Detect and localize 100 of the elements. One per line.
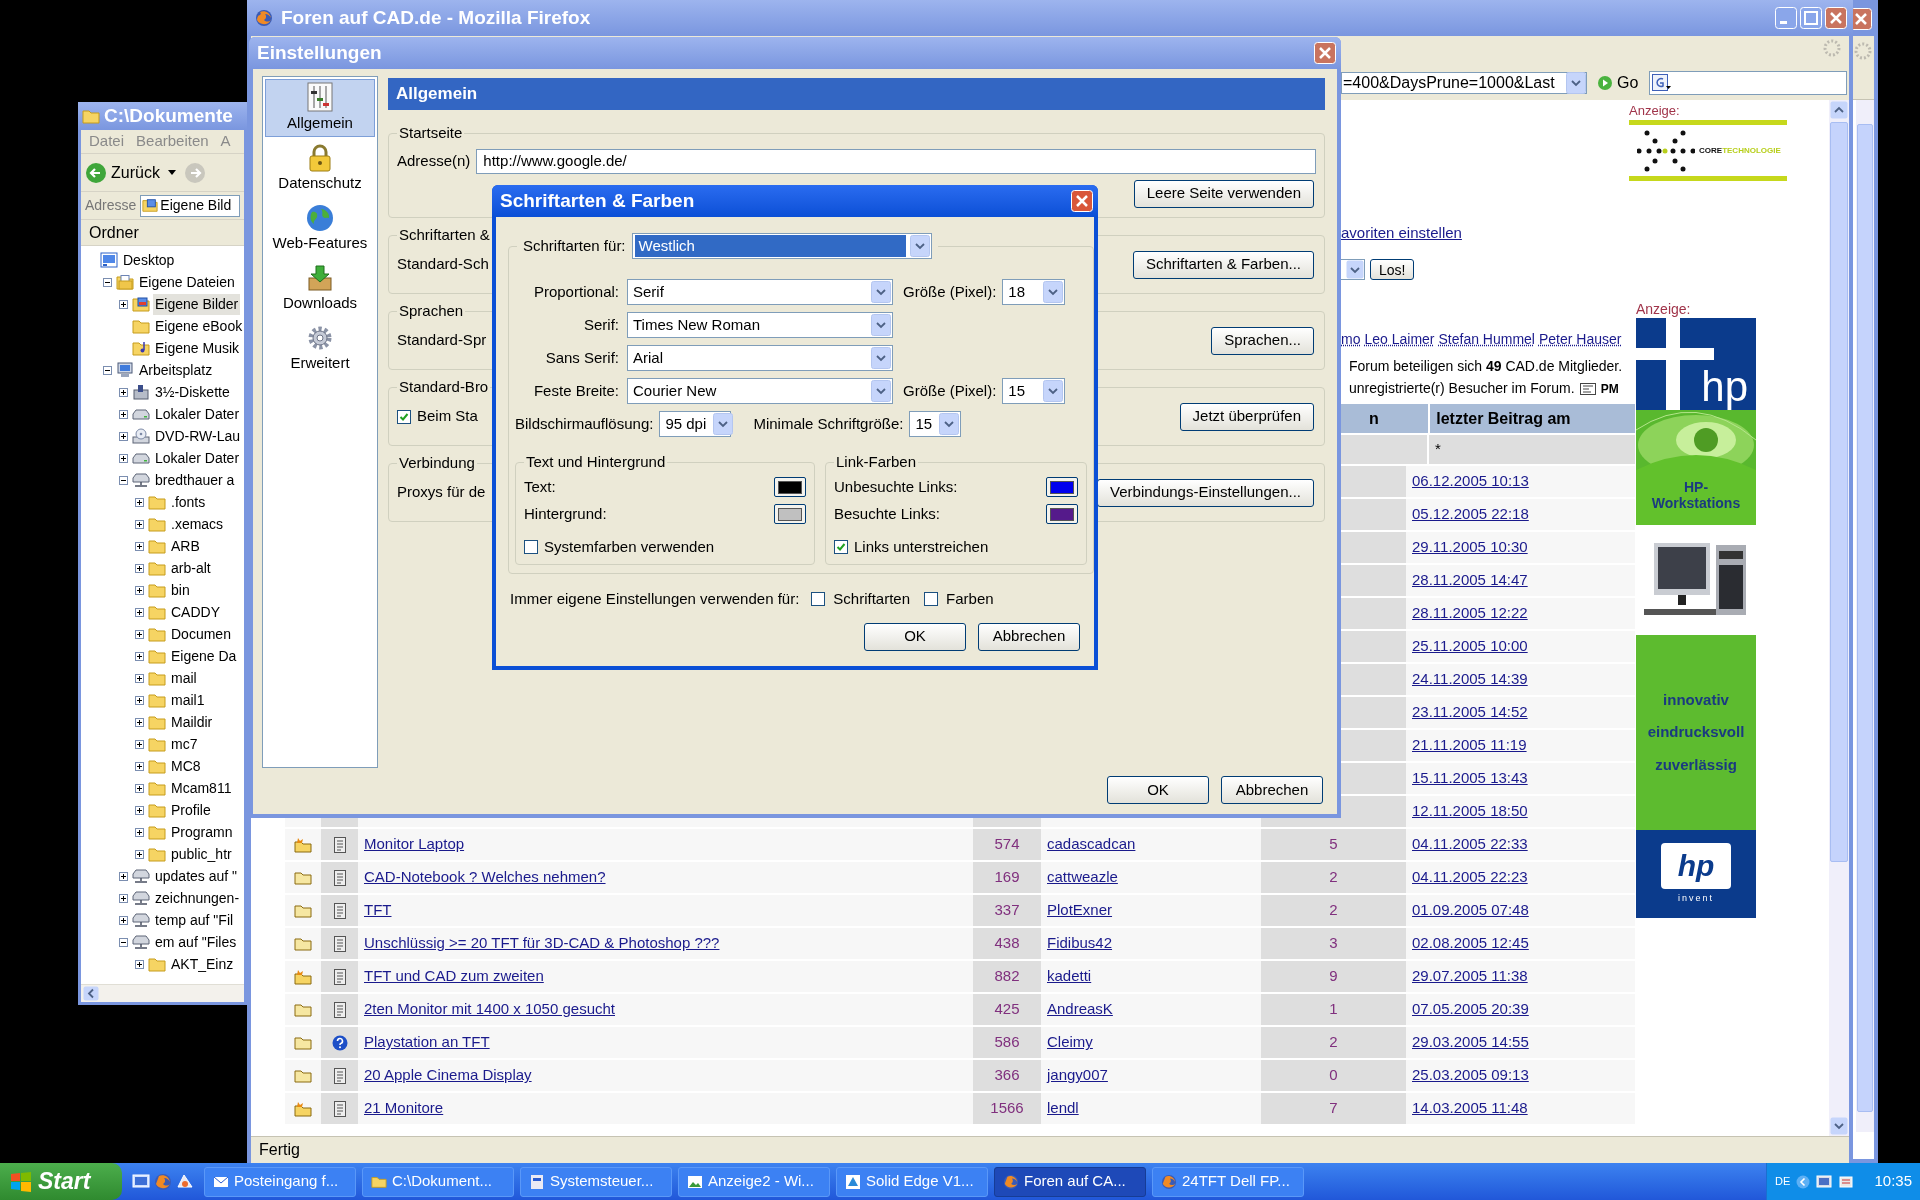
expand-icon[interactable] (134, 783, 144, 793)
checkbox[interactable] (834, 539, 848, 554)
dropdown[interactable]: 95 dpi (659, 411, 732, 437)
tree-item[interactable]: Mcam811 (169, 777, 234, 799)
dropdown[interactable]: 15 (1002, 378, 1066, 404)
expand-icon[interactable] (118, 409, 128, 419)
link[interactable]: Unschlüssig >= 20 TFT für 3D-CAD & Photoshop ??? (364, 932, 720, 955)
category-item[interactable]: Downloads (265, 259, 375, 317)
expand-tray-icon[interactable] (1796, 1174, 1811, 1189)
expand-icon[interactable] (134, 827, 144, 837)
link[interactable]: Playstation an TFT (364, 1031, 490, 1054)
link[interactable]: CAD-Notebook ? Welches nehmen? (364, 866, 606, 889)
category-item[interactable]: Allgemein (265, 79, 375, 137)
link[interactable]: Stefan Hummel (1438, 329, 1535, 350)
tree-item[interactable]: ARB (169, 535, 202, 557)
expand-icon[interactable] (134, 607, 144, 617)
tree-item[interactable]: mail1 (169, 689, 207, 711)
button[interactable]: Leere Seite verwenden (1133, 179, 1314, 208)
tree-item[interactable]: bin (169, 579, 192, 601)
tree-item[interactable]: bredthauer a (153, 469, 237, 491)
tree-item[interactable]: CADDY (169, 601, 222, 623)
checkbox[interactable] (924, 592, 939, 607)
link[interactable]: Leo Laimer (1364, 329, 1435, 350)
expand-icon[interactable] (134, 739, 144, 749)
tree-item[interactable]: em auf "Files (153, 931, 239, 953)
expand-icon[interactable] (134, 717, 144, 727)
tree-item[interactable]: .fonts (169, 491, 208, 513)
expand-icon[interactable] (134, 585, 144, 595)
expand-icon[interactable] (134, 541, 144, 551)
collapse-icon[interactable] (102, 277, 112, 287)
link[interactable]: 05.12.2005 22:18 (1412, 503, 1529, 526)
tree-item[interactable]: Eigene Da (169, 645, 239, 667)
tree-item[interactable]: Arbeitsplatz (137, 359, 215, 381)
category-item[interactable]: Web-Features (265, 199, 375, 257)
expand-icon[interactable] (134, 519, 144, 529)
dropdown[interactable]: Westlich (631, 233, 932, 259)
taskbar-button[interactable]: 24TFT Dell FP... (1152, 1166, 1304, 1197)
pm-link[interactable]: PM (1600, 379, 1619, 398)
link[interactable]: Fidibus42 (1047, 932, 1113, 955)
scrollbar[interactable] (81, 984, 244, 1002)
expand-icon[interactable] (118, 431, 128, 441)
link[interactable]: 06.12.2005 10:13 (1412, 470, 1529, 493)
tree-item[interactable]: public_htr (169, 843, 234, 865)
collapse-icon[interactable] (102, 365, 112, 375)
link[interactable]: 29.03.2005 14:55 (1412, 1031, 1529, 1054)
tree-item[interactable]: Eigene Dateien (137, 271, 237, 293)
tree-item[interactable]: DVD-RW-Lau (153, 425, 243, 447)
expand-icon[interactable] (118, 871, 128, 881)
button[interactable]: Verbindungs-Einstellungen... (1097, 478, 1314, 507)
tree-item[interactable]: AKT_Einz (169, 953, 236, 975)
expand-icon[interactable] (134, 497, 144, 507)
expand-icon[interactable] (134, 695, 144, 705)
scroll-down-icon[interactable] (1830, 1117, 1848, 1135)
expand-icon[interactable] (134, 651, 144, 661)
tree-item[interactable]: Maildir (169, 711, 215, 733)
link[interactable]: 14.03.2005 11:48 (1412, 1097, 1528, 1120)
checkbox[interactable] (524, 539, 538, 554)
link[interactable]: 29.11.2005 10:30 (1412, 536, 1528, 559)
go-button[interactable]: Go (1597, 72, 1639, 94)
link[interactable]: 02.08.2005 12:45 (1412, 932, 1529, 955)
link[interactable]: 21.11.2005 11:19 (1412, 734, 1527, 757)
button[interactable]: OK (1107, 776, 1209, 804)
tree-item[interactable]: Eigene eBook (153, 315, 244, 337)
input-field[interactable]: http://www.google.de/ (476, 148, 1316, 174)
tree-item[interactable]: mail (169, 667, 199, 689)
dropdown[interactable]: Courier New (627, 378, 893, 404)
link[interactable]: avoriten einstellen (1341, 222, 1462, 245)
address-field[interactable]: Eigene Bild (140, 194, 240, 217)
link[interactable]: kadetti (1047, 965, 1092, 988)
back-button[interactable]: Zurück (85, 160, 160, 185)
link[interactable]: jangy007 (1047, 1064, 1108, 1087)
expand-icon[interactable] (118, 453, 128, 463)
expand-icon[interactable] (134, 849, 144, 859)
expand-icon[interactable] (118, 387, 128, 397)
dropdown[interactable]: Serif (627, 279, 893, 305)
browser-logo-icon[interactable] (154, 1172, 172, 1191)
tree-item[interactable]: temp auf "Fil (153, 909, 236, 931)
checkbox[interactable] (811, 592, 826, 607)
link[interactable]: 20 Apple Cinema Display (364, 1064, 532, 1087)
expand-icon[interactable] (134, 629, 144, 639)
close-button[interactable] (1825, 7, 1847, 29)
link[interactable]: PlotExner (1047, 899, 1113, 922)
button[interactable]: Schriftarten & Farben... (1132, 250, 1314, 279)
button[interactable]: Jetzt überprüfen (1179, 402, 1314, 431)
search-field[interactable] (1649, 71, 1847, 95)
scroll-left-icon[interactable] (83, 986, 99, 1001)
expand-icon[interactable] (134, 563, 144, 573)
link[interactable]: mo (1341, 329, 1361, 350)
expand-icon[interactable] (134, 959, 144, 969)
category-item[interactable]: Datenschutz (265, 139, 375, 197)
link[interactable]: cattweazle (1047, 866, 1118, 889)
button[interactable]: Abbrechen (1221, 776, 1323, 804)
taskbar-button[interactable]: Posteingang f... (204, 1166, 356, 1197)
link[interactable]: 15.11.2005 13:43 (1412, 767, 1528, 790)
expand-icon[interactable] (134, 673, 144, 683)
button[interactable]: Los! (1370, 259, 1415, 280)
button[interactable]: Sprachen... (1211, 326, 1314, 355)
button[interactable]: Abbrechen (978, 622, 1080, 651)
tree-item[interactable]: Documen (169, 623, 233, 645)
collapse-icon[interactable] (118, 475, 128, 485)
